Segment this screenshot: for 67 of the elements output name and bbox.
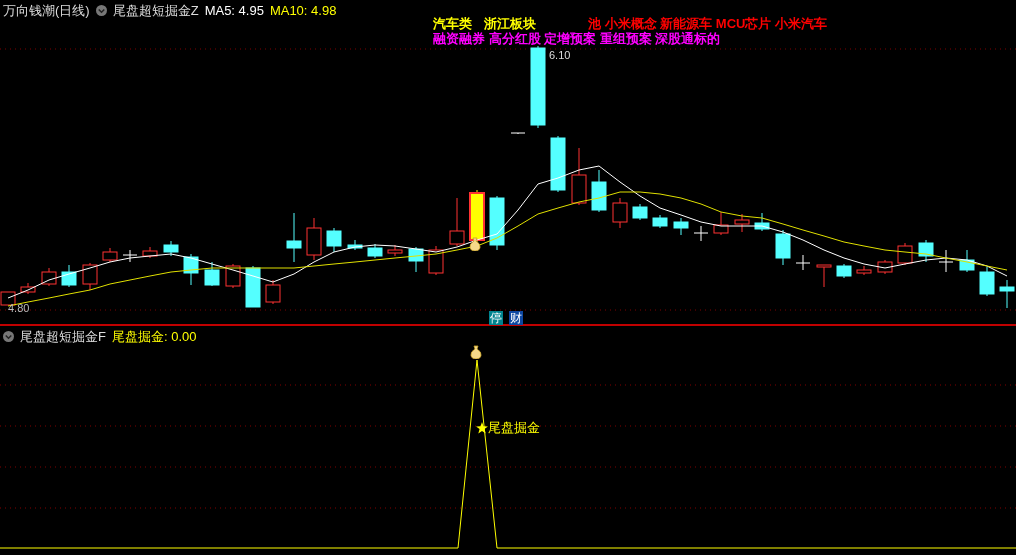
collapse-icon[interactable] [95, 5, 107, 17]
falling-candle [836, 263, 852, 279]
falling-candle [245, 265, 261, 308]
falling-candle [999, 279, 1015, 309]
falling-candle [959, 249, 975, 273]
indicator-name: 尾盘超短掘金Z [112, 2, 199, 20]
falling-candle [979, 266, 995, 297]
falling-candle [367, 243, 383, 259]
concept-tag: 汽车类 [433, 17, 472, 31]
rising-candle [265, 279, 281, 305]
falling-candle [286, 212, 302, 263]
rising-candle [816, 264, 832, 288]
rising-candle [20, 282, 36, 295]
rising-candle [612, 197, 628, 229]
rising-candle [734, 213, 750, 233]
ma-reading: MA5: 4.95 [204, 2, 264, 20]
concept-tag: 池 小米概念 新能源车 MCU芯片 小米汽车 [588, 17, 828, 31]
falling-candle [489, 195, 505, 251]
falling-candle [918, 239, 934, 263]
rising-candle [469, 189, 485, 243]
status-badge: 停 [489, 311, 503, 325]
rising-candle [142, 246, 158, 259]
rising-candle [41, 267, 57, 287]
ma-reading: MA10: 4.98 [269, 2, 337, 20]
falling-candle [163, 240, 179, 257]
high-price-label: 6.10 [549, 50, 571, 61]
falling-candle [550, 135, 566, 193]
concept-tag: 融资融券 高分红股 定增预案 重组预案 深股通标的 [433, 32, 721, 46]
rising-candle [102, 247, 118, 263]
falling-candle [347, 239, 363, 251]
falling-candle [652, 214, 668, 229]
rising-candle [428, 245, 444, 276]
doji-candle [510, 132, 526, 135]
falling-candle [204, 261, 220, 287]
rising-candle [897, 242, 913, 266]
collapse-icon[interactable] [3, 331, 14, 343]
rising-candle [387, 244, 403, 257]
rising-candle [856, 265, 872, 276]
indicator-reading: 尾盘掘金: 0.00 [111, 328, 197, 346]
falling-candle [632, 203, 648, 221]
rising-candle [82, 262, 98, 291]
falling-candle [591, 169, 607, 213]
indicator-name: 尾盘超短掘金F [20, 328, 106, 346]
falling-candle [326, 227, 342, 253]
rising-candle [449, 197, 465, 247]
money-bag-icon [470, 345, 482, 359]
doji-candle [693, 225, 709, 242]
doji-candle [938, 249, 954, 273]
rising-candle [713, 211, 729, 236]
stock-title: 万向钱潮(日线) [3, 2, 90, 20]
concept-tag: 浙江板块 [484, 17, 536, 31]
money-bag-icon [469, 237, 481, 251]
doji-candle [795, 254, 811, 271]
falling-candle [408, 246, 424, 273]
rising-candle [306, 217, 322, 261]
doji-candle [122, 249, 138, 263]
falling-candle [183, 253, 199, 286]
status-badge: 财 [509, 311, 523, 325]
falling-candle [775, 229, 791, 266]
falling-candle [61, 264, 77, 288]
low-price-label: 4.80 [8, 303, 30, 314]
star-icon [476, 421, 488, 434]
rising-candle [571, 147, 587, 206]
falling-candle [673, 217, 689, 236]
rising-candle [877, 259, 893, 275]
falling-candle [754, 212, 770, 232]
signal-label: 尾盘掘金 [488, 419, 540, 437]
